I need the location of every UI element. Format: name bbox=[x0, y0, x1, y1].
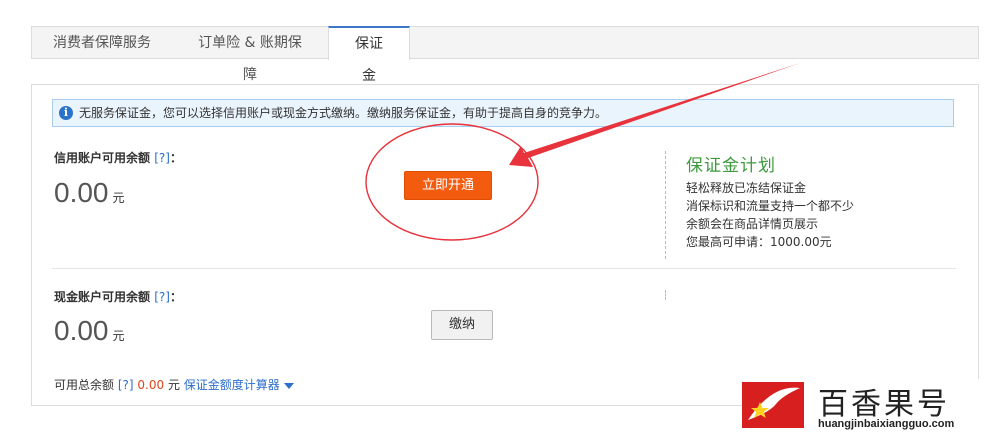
tab-consumer-protection[interactable]: 消费者保障服务 bbox=[32, 27, 172, 59]
vertical-divider bbox=[665, 151, 666, 259]
tab-order-insurance[interactable]: 订单险 & 账期保障 bbox=[172, 27, 328, 83]
pay-deposit-button[interactable]: 缴纳 bbox=[431, 310, 493, 340]
plan-line: 您最高可申请：1000.00元 bbox=[686, 235, 832, 249]
info-icon: i bbox=[59, 106, 73, 120]
brand-logo-icon bbox=[742, 382, 804, 428]
info-notice: i 无服务保证金，您可以选择信用账户或现金方式缴纳。缴纳服务保证金，有助于提高自… bbox=[52, 99, 954, 127]
plan-line: 消保标识和流量支持一个都不少 bbox=[686, 199, 855, 213]
credit-balance-label: 信用账户可用余额 [?]： bbox=[54, 151, 182, 165]
section-divider bbox=[52, 268, 956, 269]
deposit-calculator-link[interactable]: 保证金额度计算器 bbox=[184, 378, 280, 392]
watermark-url: huangjinbaixiangguo.com bbox=[818, 418, 955, 430]
plan-line: 余额会在商品详情页展示 bbox=[686, 217, 819, 231]
total-balance-value: 0.00 bbox=[137, 378, 165, 392]
deposit-panel: i 无服务保证金，您可以选择信用账户或现金方式缴纳。缴纳服务保证金，有助于提高自… bbox=[31, 84, 979, 406]
watermark-name: 百香果号 bbox=[818, 387, 950, 422]
info-text: 无服务保证金，您可以选择信用账户或现金方式缴纳。缴纳服务保证金，有助于提高自身的… bbox=[79, 106, 608, 120]
tab-bar: 消费者保障服务 订单险 & 账期保障 保证金 bbox=[31, 26, 979, 84]
cash-help-link[interactable]: [?] bbox=[154, 290, 170, 304]
cash-balance-label: 现金账户可用余额 [?]： bbox=[54, 290, 182, 304]
vertical-divider bbox=[665, 290, 666, 300]
plan-line: 轻松释放已冻结保证金 bbox=[686, 181, 807, 195]
activate-now-button[interactable]: 立即开通 bbox=[404, 171, 492, 200]
credit-help-link[interactable]: [?] bbox=[154, 151, 170, 165]
caret-down-icon[interactable] bbox=[283, 382, 294, 389]
total-help-link[interactable]: [?] bbox=[118, 378, 134, 392]
tab-deposit[interactable]: 保证金 bbox=[328, 26, 410, 84]
deposit-plan-title: 保证金计划 bbox=[686, 156, 776, 176]
credit-balance-amount: 0.00 元 bbox=[54, 177, 125, 208]
watermark: 百香果号 huangjinbaixiangguo.com bbox=[742, 379, 992, 433]
total-balance-row: 可用总余额 [?] 0.00 元 保证金额度计算器 bbox=[54, 376, 294, 393]
cash-balance-amount: 0.00 元 bbox=[54, 315, 125, 346]
